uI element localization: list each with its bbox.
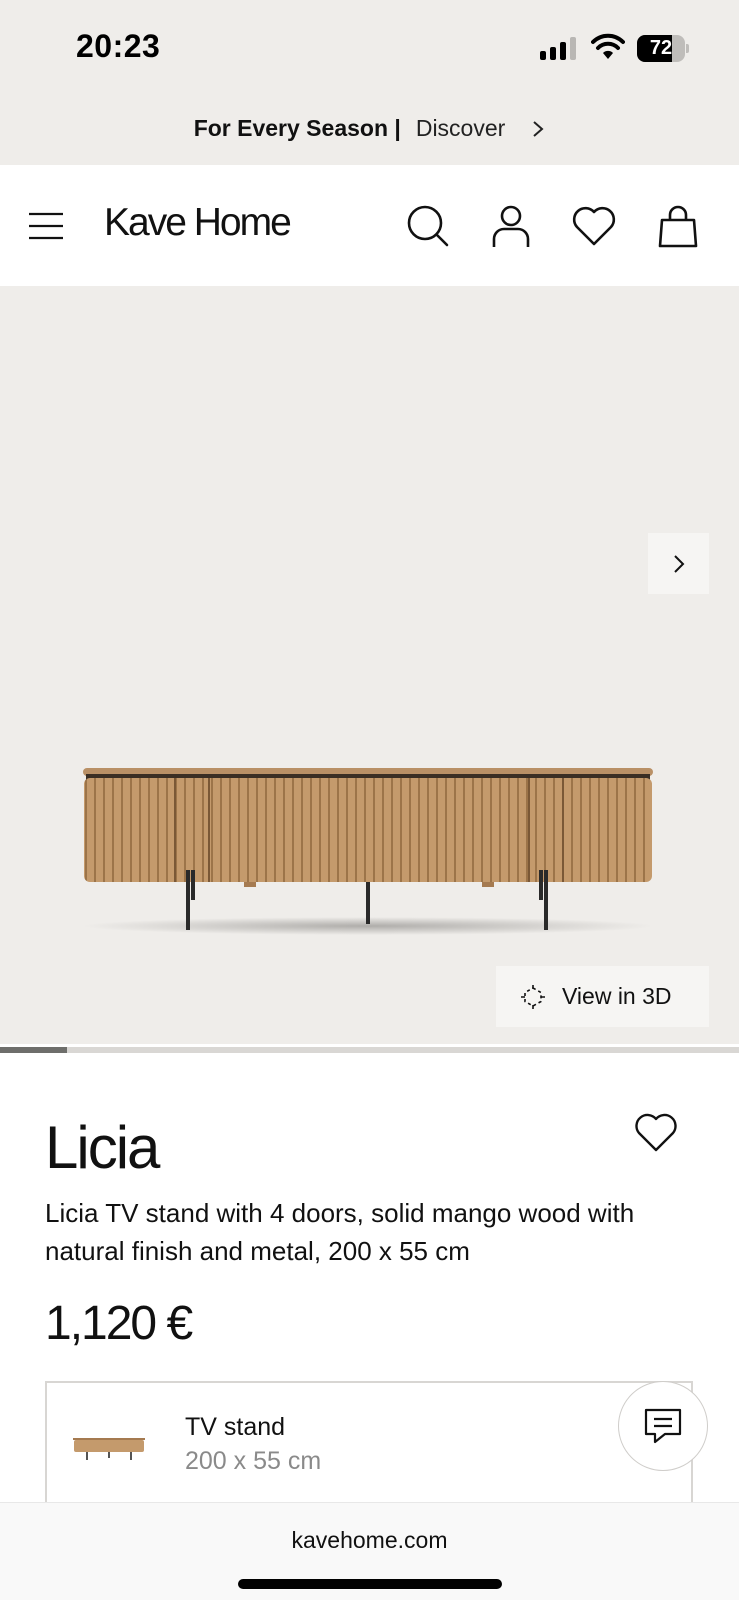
product-price: 1,120 € bbox=[45, 1297, 193, 1350]
search-icon[interactable] bbox=[405, 203, 451, 249]
status-bar: 20:23 72 bbox=[0, 0, 739, 92]
product-image bbox=[83, 768, 653, 935]
heart-icon[interactable] bbox=[571, 203, 617, 249]
view-3d-button[interactable]: View in 3D bbox=[496, 966, 709, 1027]
product-title: Licia bbox=[45, 1114, 160, 1181]
chat-icon bbox=[644, 1408, 682, 1444]
menu-icon[interactable] bbox=[28, 212, 64, 240]
promo-banner[interactable]: For Every Season | Discover bbox=[0, 92, 739, 165]
battery-icon: 72 bbox=[637, 35, 689, 62]
gallery-next-button[interactable] bbox=[648, 533, 709, 594]
promo-discover-link[interactable]: Discover bbox=[416, 115, 505, 142]
home-indicator[interactable] bbox=[238, 1579, 502, 1589]
variant-thumbnail bbox=[73, 1438, 145, 1460]
battery-level: 72 bbox=[649, 37, 673, 59]
gallery-progress-fill bbox=[0, 1047, 67, 1053]
account-icon[interactable] bbox=[488, 203, 534, 249]
chevron-right-icon bbox=[673, 554, 684, 573]
bag-icon[interactable] bbox=[655, 203, 701, 249]
site-logo[interactable]: Kave Home bbox=[104, 201, 292, 245]
variant-name: TV stand bbox=[185, 1413, 286, 1441]
browser-url-bar[interactable]: kavehome.com bbox=[0, 1502, 739, 1600]
variant-size: 200 x 55 cm bbox=[185, 1447, 322, 1475]
product-description: Licia TV stand with 4 doors, solid mango… bbox=[45, 1198, 635, 1266]
view-3d-label: View in 3D bbox=[562, 983, 672, 1009]
chat-button[interactable] bbox=[618, 1381, 708, 1471]
wifi-icon bbox=[591, 33, 625, 59]
cellular-signal-icon bbox=[540, 36, 576, 60]
gallery-progress-bar bbox=[0, 1047, 739, 1053]
view-3d-icon bbox=[521, 984, 545, 1009]
variant-selector[interactable]: TV stand 200 x 55 cm bbox=[45, 1381, 693, 1511]
favorite-heart-icon[interactable] bbox=[634, 1112, 678, 1154]
url-text[interactable]: kavehome.com bbox=[0, 1527, 739, 1554]
promo-headline: For Every Season | bbox=[193, 115, 401, 141]
chevron-right-icon bbox=[533, 120, 544, 137]
status-time: 20:23 bbox=[76, 28, 161, 64]
